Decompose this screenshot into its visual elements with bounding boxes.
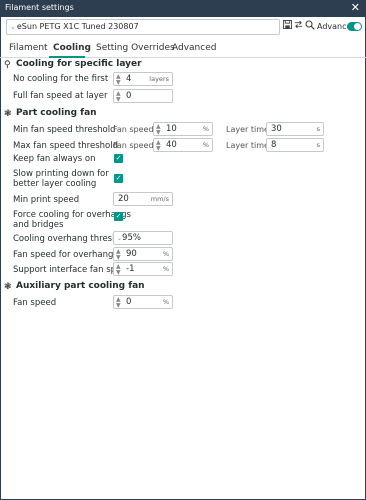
no-cooling-input[interactable]: ▲ ▼ 4 layers — [113, 72, 173, 86]
field-unit: % — [202, 125, 209, 133]
max-layer-time-input[interactable]: 8 s — [266, 138, 324, 152]
field-value: 0 — [126, 297, 132, 307]
field-unit: % — [202, 141, 209, 149]
field-value: 40 — [166, 140, 177, 150]
full-fan-input[interactable]: ▲ ▼ 0 — [113, 89, 173, 103]
spin-arrows-icon: ▲ ▼ — [116, 263, 121, 276]
no-cooling-label: No cooling for the first — [13, 74, 109, 84]
full-fan-label: Full fan speed at layer — [13, 91, 108, 101]
preset-select[interactable]: ⌄eSun PETG X1C Tuned 230807 — [6, 19, 280, 35]
field-unit: % — [162, 298, 169, 306]
spin-arrows-icon: ▲ ▼ — [116, 73, 121, 86]
section-cooling-specific-layer: ⚲ Cooling for specific layer — [4, 59, 142, 70]
overhang-threshold-select[interactable]: ⌄95% — [113, 231, 173, 245]
section-title: Auxiliary part cooling fan — [16, 281, 145, 291]
field-value: 4 — [126, 74, 132, 84]
fan-icon: ❃ — [4, 109, 12, 119]
section-part-cooling-fan: ❃ Part cooling fan — [4, 108, 97, 119]
field-unit: s — [316, 125, 320, 133]
max-fan-speed-input[interactable]: ▲ ▼ 40 % — [153, 138, 213, 152]
field-value: 95% — [122, 233, 141, 243]
min-print-speed-label: Min print speed — [13, 195, 80, 205]
field-unit: mm/s — [150, 195, 169, 203]
field-unit: % — [162, 265, 169, 273]
slow-printing-checkbox[interactable]: ✓ — [114, 174, 123, 183]
overhang-fan-label: Fan speed for overhangs — [13, 250, 118, 260]
field-unit: layers — [149, 75, 169, 83]
slow-printing-label-1: Slow printing down for — [13, 169, 109, 179]
spin-arrows-icon: ▲ ▼ — [156, 123, 161, 136]
max-fan-threshold-label: Max fan speed threshold — [13, 141, 118, 151]
toggle-knob — [354, 23, 361, 30]
min-fan-speed-input[interactable]: ▲ ▼ 10 % — [153, 122, 213, 136]
spin-arrows-icon: ▲ ▼ — [116, 296, 121, 309]
tab-cooling[interactable]: Cooling — [53, 43, 91, 53]
fan-icon: ❃ — [4, 282, 12, 292]
min-layer-time-input[interactable]: 30 s — [266, 122, 324, 136]
keep-fan-label: Keep fan always on — [13, 154, 96, 164]
field-unit: s — [316, 141, 320, 149]
section-auxiliary-fan: ❃ Auxiliary part cooling fan — [4, 281, 145, 292]
chevron-down-icon: ⌄ — [10, 23, 16, 31]
preset-value: eSun PETG X1C Tuned 230807 — [16, 22, 139, 31]
field-value: 30 — [271, 124, 282, 134]
flask-icon: ⚲ — [4, 60, 11, 70]
window-title: Filament settings — [5, 3, 74, 12]
save-icon[interactable] — [283, 20, 292, 34]
layer-time-sublabel: Layer time — [226, 125, 269, 134]
aux-fan-speed-input[interactable]: ▲ ▼ 0 % — [113, 295, 173, 309]
layer-time-sublabel: Layer time — [226, 141, 269, 150]
field-value: 20 — [118, 194, 129, 204]
compare-icon[interactable] — [294, 20, 303, 34]
force-cooling-checkbox[interactable]: ✓ — [114, 212, 123, 221]
aux-fan-speed-label: Fan speed — [13, 298, 57, 308]
support-fan-input[interactable]: ▲ ▼ -1 % — [113, 262, 173, 276]
spin-arrows-icon: ▲ ▼ — [156, 139, 161, 152]
active-tab-indicator — [49, 56, 85, 58]
search-icon[interactable] — [305, 20, 315, 35]
min-fan-threshold-label: Min fan speed threshold — [13, 125, 116, 135]
force-cooling-label-2: and bridges — [13, 220, 64, 230]
fan-speed-sublabel: Fan speed — [113, 141, 154, 150]
title-bar: Filament settings ✕ — [0, 0, 366, 17]
slow-printing-label-2: better layer cooling — [13, 179, 97, 189]
field-unit: % — [162, 250, 169, 258]
tab-setting-overrides[interactable]: Setting Overrides — [96, 43, 175, 53]
spin-arrows-icon: ▲ ▼ — [116, 90, 121, 103]
tab-advanced[interactable]: Advanced — [172, 43, 216, 53]
section-title: Cooling for specific layer — [16, 59, 142, 69]
spin-arrows-icon: ▲ ▼ — [116, 248, 121, 261]
tab-bar: Filament Cooling Setting Overrides Advan… — [0, 40, 366, 58]
section-title: Part cooling fan — [16, 108, 97, 118]
field-value: 90 — [126, 249, 137, 259]
keep-fan-checkbox[interactable]: ✓ — [114, 154, 123, 163]
min-print-speed-input[interactable]: 20 mm/s — [113, 192, 173, 206]
fan-speed-sublabel: Fan speed — [113, 125, 154, 134]
overhang-fan-input[interactable]: ▲ ▼ 90 % — [113, 247, 173, 261]
tab-filament[interactable]: Filament — [9, 43, 48, 53]
field-value: 8 — [271, 140, 277, 150]
advanced-toggle[interactable] — [347, 22, 362, 31]
close-icon[interactable]: ✕ — [351, 1, 360, 15]
field-value: 10 — [166, 124, 177, 134]
field-value: -1 — [126, 264, 135, 274]
field-value: 0 — [126, 91, 132, 101]
